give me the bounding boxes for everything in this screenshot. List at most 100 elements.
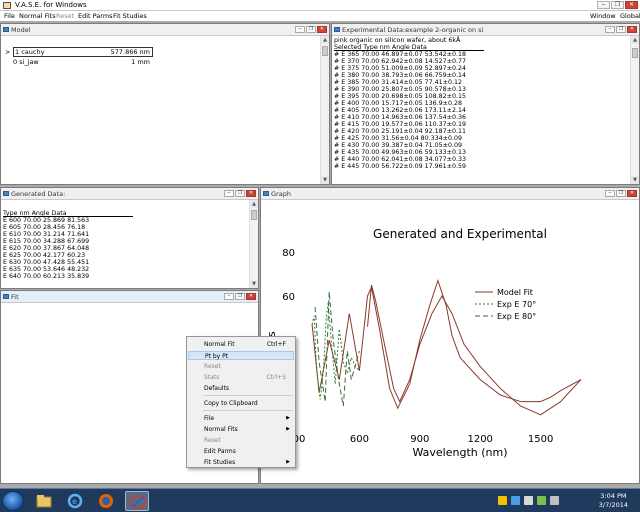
data-row[interactable]: # E 440 70.00 62.041±0.08 34.077±0.33 — [334, 156, 628, 163]
minimize-button[interactable]: ‒ — [605, 26, 615, 33]
data-row[interactable]: # E 385 70.00 31.414±0.05 77.41±0.12 — [334, 79, 628, 86]
vase-taskbar-icon[interactable] — [125, 491, 149, 511]
close-button[interactable]: ✕ — [317, 26, 327, 33]
menu-global[interactable]: Global — [620, 12, 640, 20]
data-row[interactable]: # E 415 70.00 19.577±0.06 110.37±0.19 — [334, 121, 628, 128]
data-row[interactable]: E 600 70.00 25.869 81.563 — [3, 217, 247, 224]
context-menu-item-normal-fit[interactable]: Normal Fit Ctrl+F — [188, 340, 294, 349]
scroll-up-icon[interactable]: ▲ — [631, 36, 639, 44]
data-row[interactable]: # E 370 70.00 62.942±0.08 14.527±0.77 — [334, 58, 628, 65]
data-row[interactable]: # E 420 70.00 25.191±0.04 92.187±0.11 — [334, 128, 628, 135]
firefox-icon[interactable] — [94, 491, 118, 511]
experimental-data-window[interactable]: Experimental Data:example 2-organic on s… — [331, 23, 640, 185]
scroll-up-icon[interactable]: ▲ — [250, 200, 258, 208]
volume-icon[interactable] — [524, 496, 533, 505]
model-titlebar[interactable]: Model ‒ ❐ ✕ — [1, 24, 329, 36]
scroll-up-icon[interactable]: ▲ — [321, 36, 329, 44]
context-menu-item-reset[interactable]: Reset — [188, 436, 294, 445]
scroll-down-icon[interactable]: ▼ — [631, 176, 639, 184]
context-menu-item-normal-fits[interactable]: Normal Fits ▶ — [188, 425, 294, 434]
data-row[interactable]: E 630 70.00 47.428 55.451 — [3, 259, 247, 266]
data-row[interactable]: E 610 70.00 31.214 71.641 — [3, 231, 247, 238]
data-row[interactable]: E 615 70.00 34.288 67.699 — [3, 238, 247, 245]
maximize-button[interactable]: ❐ — [235, 293, 245, 300]
context-menu-item-fit-studies[interactable]: Fit Studies ▶ — [188, 458, 294, 467]
model-row[interactable]: > 1 cauchy 577.866 nm — [5, 47, 323, 57]
graph-titlebar[interactable]: Graph ‒ ❐ ✕ — [261, 188, 639, 200]
context-menu-item-stats[interactable]: Stats Ctrl+S — [188, 373, 294, 382]
model-window[interactable]: Model ‒ ❐ ✕ > 1 cauchy 577.866 nm 0 si_j… — [0, 23, 330, 185]
scroll-down-icon[interactable]: ▼ — [250, 280, 258, 288]
network-icon[interactable] — [511, 496, 520, 505]
data-row[interactable]: # E 380 70.00 38.793±0.06 66.759±0.14 — [334, 72, 628, 79]
minimize-button[interactable]: ‒ — [224, 190, 234, 197]
menu-window[interactable]: Window — [590, 12, 616, 20]
chart[interactable]: Generated and Experimental80604020006009… — [261, 200, 639, 483]
menu-edit-parms[interactable]: Edit Parms — [78, 12, 113, 20]
data-row[interactable]: # E 390 70.00 25.807±0.05 90.578±0.13 — [334, 86, 628, 93]
menu-item-label: Stats — [204, 374, 220, 381]
generated-data-window[interactable]: Generated Data: ‒ ❐ ✕ Type nm Angle Data… — [0, 187, 259, 289]
clock[interactable]: 3:04 PM 3/7/2014 — [599, 492, 628, 510]
menu-reset[interactable]: Reset — [56, 12, 74, 20]
close-button[interactable]: ✕ — [627, 26, 637, 33]
experimental-titlebar[interactable]: Experimental Data:example 2-organic on s… — [332, 24, 639, 36]
svg-text:e: e — [72, 497, 77, 506]
scroll-thumb[interactable] — [322, 46, 328, 56]
menu-normal-fits[interactable]: Normal Fits — [19, 12, 56, 20]
data-row[interactable]: E 640 70.00 60.213 35.839 — [3, 273, 247, 280]
data-row[interactable]: # E 430 70.00 39.387±0.04 71.05±0.09 — [334, 142, 628, 149]
close-button[interactable]: ✕ — [625, 1, 638, 9]
data-row[interactable]: # E 445 70.00 56.722±0.09 17.961±0.59 — [334, 163, 628, 170]
scroll-thumb[interactable] — [251, 210, 257, 220]
context-menu-item-file[interactable]: File ▶ — [188, 414, 294, 423]
generated-titlebar[interactable]: Generated Data: ‒ ❐ ✕ — [1, 188, 258, 200]
explorer-icon[interactable] — [32, 491, 56, 511]
maximize-button[interactable]: ❐ — [616, 190, 626, 197]
context-menu-item-reset[interactable]: Reset — [188, 362, 294, 371]
model-row[interactable]: 0 si_jaw 1 mm — [5, 58, 323, 67]
context-menu-item-edit-parms[interactable]: Edit Parms — [188, 447, 294, 456]
maximize-button[interactable]: ❐ — [235, 190, 245, 197]
battery-icon[interactable] — [537, 496, 546, 505]
minimize-button[interactable]: ‒ — [605, 190, 615, 197]
data-row[interactable]: # E 395 70.00 20.698±0.05 108.82±0.15 — [334, 93, 628, 100]
close-button[interactable]: ✕ — [246, 293, 256, 300]
data-row[interactable]: E 620 70.00 37.867 64.048 — [3, 245, 247, 252]
scroll-down-icon[interactable]: ▼ — [321, 176, 329, 184]
menu-file[interactable]: File — [4, 12, 15, 20]
data-row[interactable]: # E 410 70.00 14.963±0.06 137.54±0.36 — [334, 114, 628, 121]
context-menu-item-pt-by-pt[interactable]: Pt by Pt — [188, 351, 294, 360]
data-row[interactable]: # E 400 70.00 15.717±0.05 136.9±0.28 — [334, 100, 628, 107]
data-row[interactable]: # E 375 70.00 51.009±0.09 52.897±0.24 — [334, 65, 628, 72]
close-button[interactable]: ✕ — [627, 190, 637, 197]
menu-fit-studies[interactable]: Fit Studies — [113, 12, 147, 20]
context-menu-item-defaults[interactable]: Defaults — [188, 384, 294, 393]
vertical-scrollbar[interactable]: ▲ ▼ — [249, 200, 258, 288]
data-row[interactable]: # E 435 70.00 49.963±0.06 59.133±0.13 — [334, 149, 628, 156]
maximize-button[interactable]: ❐ — [616, 26, 626, 33]
minimize-button[interactable]: ‒ — [295, 26, 305, 33]
internet-explorer-icon[interactable]: e — [63, 491, 87, 511]
maximize-button[interactable]: ❐ — [611, 1, 624, 9]
data-row[interactable]: # E 365 70.00 46.897±0.07 53.542±0.18 — [334, 51, 628, 58]
graph-window[interactable]: Graph ‒ ❐ ✕ Generated and Experimental 80… — [260, 187, 640, 484]
graph-canvas[interactable]: Generated and Experimental80604020006009… — [261, 200, 639, 483]
data-row[interactable]: E 625 70.00 42.177 60.23 — [3, 252, 247, 259]
vertical-scrollbar[interactable]: ▲ ▼ — [630, 36, 639, 184]
start-button[interactable] — [2, 491, 24, 511]
flag-icon[interactable] — [550, 496, 559, 505]
minimize-button[interactable]: ‒ — [597, 1, 610, 9]
data-row[interactable]: # E 425 70.00 31.56±0.04 80.334±0.09 — [334, 135, 628, 142]
data-row[interactable]: E 605 70.00 28.456 76.18 — [3, 224, 247, 231]
close-button[interactable]: ✕ — [246, 190, 256, 197]
data-row[interactable]: E 635 70.00 53.646 48.232 — [3, 266, 247, 273]
fit-titlebar[interactable]: Fit ‒ ❐ ✕ — [1, 291, 258, 303]
scroll-thumb[interactable] — [632, 48, 638, 58]
context-menu-item-copy-to-clipboard[interactable]: Copy to Clipboard — [188, 399, 294, 408]
maximize-button[interactable]: ❐ — [306, 26, 316, 33]
data-row[interactable]: # E 405 70.00 13.262±0.06 173.11±2.14 — [334, 107, 628, 114]
minimize-button[interactable]: ‒ — [224, 293, 234, 300]
warning-icon[interactable] — [498, 496, 507, 505]
vertical-scrollbar[interactable]: ▲ ▼ — [320, 36, 329, 184]
